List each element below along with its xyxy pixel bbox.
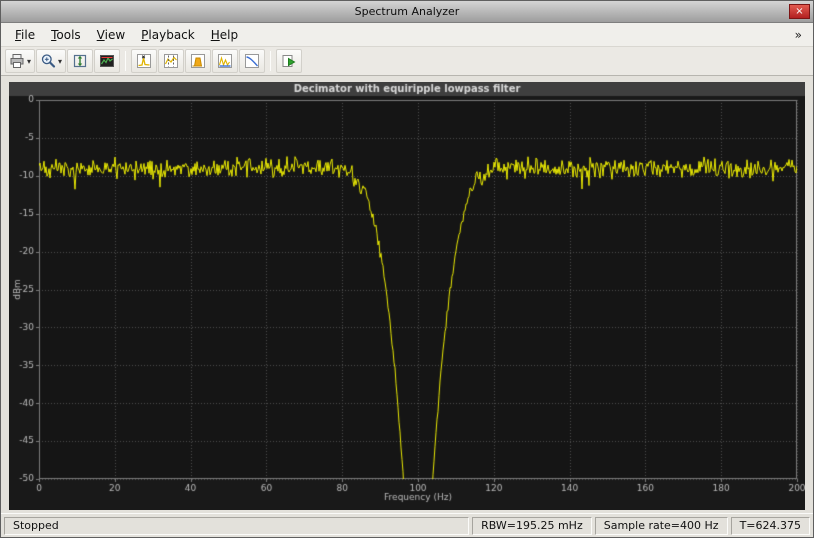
menu-view[interactable]: View: [89, 25, 133, 45]
peak-finder-icon: [136, 53, 152, 69]
status-sample-rate: Sample rate=400 Hz: [595, 517, 728, 535]
statusbar: Stopped RBW=195.25 mHz Sample rate=400 H…: [1, 513, 813, 537]
span-axes-button[interactable]: [67, 49, 93, 73]
spectrum-analyzer-window: Spectrum Analyzer × File Tools View Play…: [0, 0, 814, 538]
channel-measurements-icon: [190, 53, 206, 69]
spectrum-settings-button[interactable]: [94, 49, 120, 73]
step-forward-button[interactable]: [276, 49, 302, 73]
plot-area: [1, 76, 813, 513]
zoom-button[interactable]: ▾: [36, 49, 66, 73]
menu-playback[interactable]: Playback: [133, 25, 203, 45]
toolbar: ▾ ▾: [1, 47, 813, 76]
distortion-measurements-button[interactable]: [212, 49, 238, 73]
menu-overflow-icon[interactable]: »: [790, 28, 807, 42]
menu-file[interactable]: File: [7, 25, 43, 45]
ccdf-measurements-button[interactable]: [239, 49, 265, 73]
status-rbw: RBW=195.25 mHz: [472, 517, 592, 535]
menu-help[interactable]: Help: [203, 25, 246, 45]
status-time: T=624.375: [731, 517, 810, 535]
peak-finder-button[interactable]: [131, 49, 157, 73]
status-state: Stopped: [4, 517, 469, 535]
distortion-measurements-icon: [217, 53, 233, 69]
cursor-measurements-icon: [163, 53, 179, 69]
chevron-down-icon: ▾: [58, 57, 62, 66]
chevron-down-icon: ▾: [27, 57, 31, 66]
menubar: File Tools View Playback Help »: [1, 23, 813, 47]
toolbar-separator: [270, 51, 271, 71]
titlebar[interactable]: Spectrum Analyzer ×: [1, 1, 813, 23]
window-title: Spectrum Analyzer: [1, 5, 813, 18]
toolbar-separator: [125, 51, 126, 71]
spectrum-settings-icon: [99, 53, 115, 69]
span-axes-icon: [72, 53, 88, 69]
print-button[interactable]: ▾: [5, 49, 35, 73]
menu-tools[interactable]: Tools: [43, 25, 89, 45]
ccdf-measurements-icon: [244, 53, 260, 69]
printer-icon: [9, 53, 25, 69]
step-forward-icon: [281, 53, 297, 69]
close-icon[interactable]: ×: [789, 4, 810, 19]
zoom-in-icon: [40, 53, 56, 69]
cursor-measurements-button[interactable]: [158, 49, 184, 73]
channel-measurements-button[interactable]: [185, 49, 211, 73]
spectrum-canvas[interactable]: [9, 82, 805, 510]
